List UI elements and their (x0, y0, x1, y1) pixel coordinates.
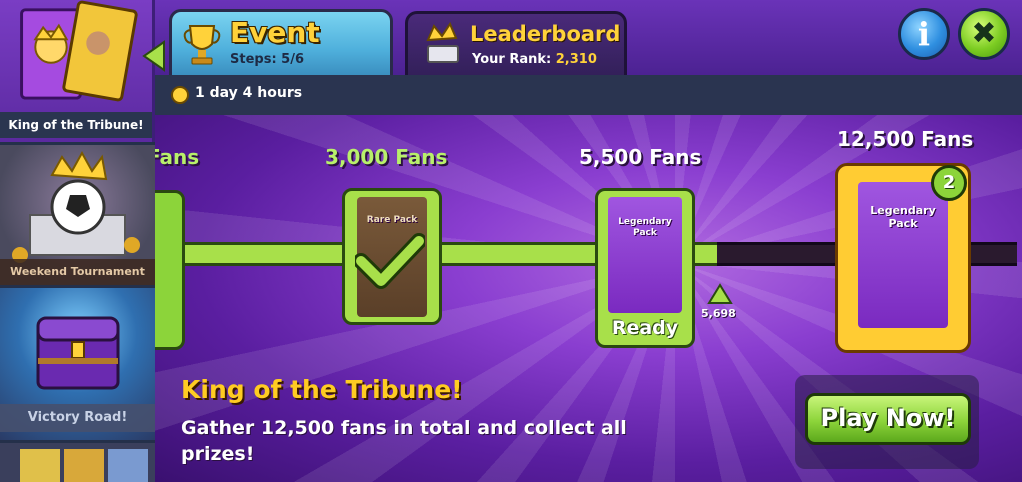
your-rank: Your Rank: 2,310 (472, 52, 597, 67)
tab-event[interactable]: Event Steps: 5/6 (169, 9, 393, 75)
tab-leaderboard[interactable]: Leaderboard Your Rank: 2,310 (405, 11, 627, 75)
play-now-button[interactable]: Play Now! (805, 393, 971, 445)
milestone-fans-label: 3,000 Fans (325, 145, 448, 169)
trophy-icon (183, 25, 221, 65)
milestone-fans-label: 5,500 Fans (579, 145, 702, 169)
pack-name: Legendary Pack (870, 204, 936, 230)
milestone-reward-previous[interactable] (155, 190, 185, 350)
leaderboard-tab-title: Leaderboard (470, 22, 621, 46)
close-button[interactable]: ✖ (958, 8, 1010, 60)
current-fans-value: 5,698 (701, 307, 736, 320)
sidebar-item-king-of-the-tribune[interactable]: King of the Tribune! (0, 0, 155, 142)
pack-name: Legendary Pack (618, 217, 672, 238)
rank-value: 2,310 (555, 52, 597, 67)
steps-value: 5/6 (281, 52, 305, 67)
timer-bar: 1 day 4 hours (155, 75, 1022, 115)
progress-marker-icon (707, 283, 733, 304)
milestone-reward-rare-pack[interactable]: Rare Pack (342, 188, 442, 325)
event-steps: Steps: 5/6 (230, 52, 304, 67)
event-title: King of the Tribune! (181, 375, 463, 404)
event-tab-title: Event (230, 16, 320, 49)
event-card-art-icon (20, 449, 148, 482)
legendary-pack: Legendary Pack (608, 197, 682, 313)
check-icon (355, 233, 425, 289)
sidebar-item-label: Weekend Tournament (0, 259, 155, 285)
close-icon: ✖ (971, 16, 997, 51)
sidebar-item-weekend-tournament[interactable]: Weekend Tournament (0, 145, 155, 285)
legendary-pack: Legendary Pack (858, 182, 948, 328)
sidebar-item-victory-road[interactable]: Victory Road! (0, 288, 155, 440)
steps-label: Steps: (230, 52, 277, 67)
stopwatch-icon (171, 86, 189, 104)
play-now-panel: Play Now! (795, 375, 979, 469)
time-remaining: 1 day 4 hours (195, 85, 303, 101)
info-icon: i (917, 15, 931, 53)
milestone-fans-label: 12,500 Fans (837, 127, 974, 151)
reward-count-badge: 2 (931, 165, 967, 201)
pack-name: Rare Pack (366, 215, 418, 225)
event-description: Gather 12,500 fans in total and collect … (181, 417, 627, 465)
event-sidebar: King of the Tribune! Weekend Tournament … (0, 0, 155, 482)
ready-label: Ready (611, 317, 679, 339)
sidebar-item-label: King of the Tribune! (0, 112, 152, 138)
rank-label: Your Rank: (472, 52, 552, 67)
selected-item-arrow-icon (142, 40, 165, 72)
sidebar-item-next[interactable] (0, 443, 155, 482)
top-bar: Event Steps: 5/6 Leaderboard Your Rank: … (155, 0, 1022, 75)
info-button[interactable]: i (898, 8, 950, 60)
milestone-reward-legendary-pack-ready[interactable]: Legendary Pack Ready (595, 188, 695, 348)
sidebar-item-label: Victory Road! (0, 404, 155, 432)
milestone-fans-label: Fans (155, 145, 200, 169)
event-main-panel: Fans 3,000 Fans 5,500 Fans 12,500 Fans R… (155, 115, 1022, 482)
crown-podium-icon (426, 21, 459, 63)
